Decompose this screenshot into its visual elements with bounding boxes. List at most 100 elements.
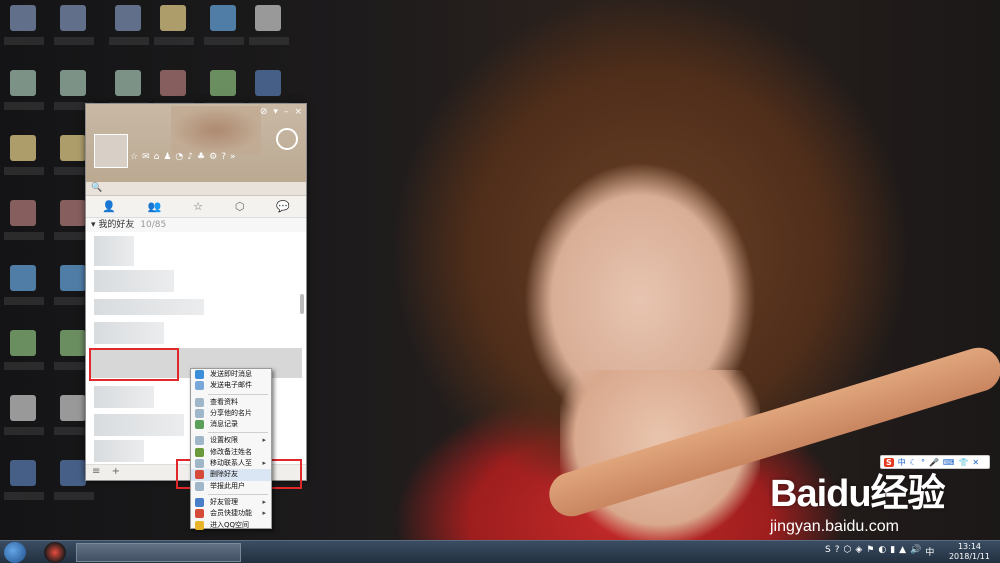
- menu-item-label: 发送即时消息: [210, 370, 252, 378]
- minimize-skin-icon[interactable]: ⊘: [260, 107, 268, 117]
- desktop-icon[interactable]: [10, 5, 36, 31]
- desktop-icon[interactable]: [60, 460, 86, 486]
- menu-item[interactable]: 分享他的名片: [191, 408, 271, 419]
- menu-item[interactable]: 消息记录: [191, 419, 271, 430]
- add-contact-button[interactable]: +: [112, 466, 120, 477]
- list-item[interactable]: [94, 386, 154, 408]
- list-item[interactable]: [94, 270, 174, 292]
- menu-item[interactable]: 进入QQ空间: [191, 520, 271, 531]
- home-icon[interactable]: ⌂: [154, 152, 160, 162]
- tray-icon[interactable]: ▲: [899, 545, 906, 558]
- menu-item[interactable]: 发送即时消息: [191, 369, 271, 380]
- desktop-icon[interactable]: [10, 70, 36, 96]
- list-item[interactable]: [94, 236, 134, 266]
- tab-contacts[interactable]: 👤: [102, 200, 116, 213]
- tray-icon[interactable]: ⬡: [844, 545, 852, 558]
- clock-time: 13:14: [957, 542, 982, 551]
- desktop-icon[interactable]: [10, 460, 36, 486]
- start-button[interactable]: [4, 542, 26, 563]
- taskbar-qq-task[interactable]: [76, 543, 241, 562]
- desktop-icon[interactable]: [60, 395, 86, 421]
- menu-item-icon: [195, 436, 204, 446]
- search-icon: 🔍: [91, 183, 103, 193]
- tray-icon[interactable]: ⚑: [866, 545, 874, 558]
- tray-icon[interactable]: ◐: [878, 545, 886, 558]
- menu-item[interactable]: 修改备注姓名: [191, 447, 271, 458]
- list-item[interactable]: [94, 299, 204, 315]
- desktop-icon[interactable]: [60, 70, 86, 96]
- tab-favorites[interactable]: ☆: [193, 200, 203, 213]
- desktop-icon[interactable]: [115, 70, 141, 96]
- desktop-icon[interactable]: [10, 200, 36, 226]
- app-icon[interactable]: ♣: [197, 152, 205, 162]
- taskbar-media-app-icon[interactable]: [44, 542, 66, 563]
- tools-icon[interactable]: ✕: [972, 458, 979, 467]
- main-menu-button[interactable]: ≡: [92, 466, 100, 477]
- skin-icon[interactable]: 👕: [958, 458, 968, 467]
- desktop-icon[interactable]: [60, 200, 86, 226]
- menu-item-label: 发送电子邮件: [210, 381, 252, 390]
- tray-icon[interactable]: ?: [835, 545, 840, 558]
- tab-chat[interactable]: 💬: [276, 200, 290, 213]
- desktop-icon[interactable]: [60, 265, 86, 291]
- menu-item-label: 设置权限: [210, 436, 238, 445]
- help-icon[interactable]: ?: [221, 152, 226, 162]
- desktop-icon[interactable]: [115, 5, 141, 31]
- minimize-button[interactable]: –: [284, 107, 289, 117]
- list-item[interactable]: [94, 440, 144, 462]
- more-icon[interactable]: »: [230, 152, 236, 162]
- search-input[interactable]: 🔍: [86, 182, 306, 196]
- dropdown-icon[interactable]: ▾: [273, 107, 278, 117]
- desktop-icon[interactable]: [10, 135, 36, 161]
- desktop-icon[interactable]: [160, 70, 186, 96]
- desktop-icon[interactable]: [210, 5, 236, 31]
- desktop-icon[interactable]: [60, 135, 86, 161]
- clock[interactable]: 13:14 2018/1/11: [949, 542, 990, 562]
- desktop-icon[interactable]: [60, 330, 86, 356]
- menu-separator: [208, 393, 268, 395]
- tab-groups[interactable]: 👥: [148, 200, 162, 213]
- menu-item-icon: [195, 447, 204, 457]
- clock-icon[interactable]: ◔: [175, 152, 183, 162]
- keyboard-icon[interactable]: ⌨: [943, 458, 955, 467]
- menu-item[interactable]: 会员快捷功能 ▸: [191, 508, 271, 519]
- desktop-icon-label: [54, 492, 94, 500]
- desktop-icon[interactable]: [10, 330, 36, 356]
- menu-item[interactable]: 举报此用户: [191, 481, 271, 492]
- desktop-icon[interactable]: [60, 5, 86, 31]
- scrollbar[interactable]: [300, 294, 304, 314]
- game-icon[interactable]: ♟: [163, 152, 171, 162]
- menu-item[interactable]: 设置权限 ▸: [191, 435, 271, 446]
- tray-icon[interactable]: ◈: [855, 545, 862, 558]
- menu-item[interactable]: 好友管理 ▸: [191, 497, 271, 508]
- tab-discuss[interactable]: ⬡: [235, 200, 245, 213]
- desktop-icon[interactable]: [10, 265, 36, 291]
- desktop-icon[interactable]: [10, 395, 36, 421]
- contact-tabs: 👤 👥 ☆ ⬡ 💬: [86, 196, 306, 218]
- tray-icon[interactable]: ▮: [890, 545, 895, 558]
- music-icon[interactable]: ♪: [187, 152, 193, 162]
- desktop-icon[interactable]: [255, 70, 281, 96]
- menu-item[interactable]: 删除好友: [191, 469, 271, 481]
- group-header[interactable]: ▾ 我的好友 10/85: [86, 218, 306, 232]
- window-controls: ⊘ ▾ – ×: [260, 107, 302, 117]
- desktop-icon-label: [4, 232, 44, 240]
- mail-icon[interactable]: ✉: [142, 152, 150, 162]
- list-item[interactable]: [94, 322, 164, 344]
- tray-icon[interactable]: 中: [925, 545, 934, 558]
- menu-item[interactable]: 移动联系人至 ▸: [191, 458, 271, 469]
- avatar[interactable]: [94, 134, 128, 168]
- desktop-icon[interactable]: [160, 5, 186, 31]
- weather-icon[interactable]: [276, 128, 298, 150]
- menu-item[interactable]: 查看资料: [191, 397, 271, 408]
- tray-icon[interactable]: 🔊: [910, 545, 921, 558]
- desktop-icon[interactable]: [255, 5, 281, 31]
- menu-item-icon: [195, 509, 204, 519]
- menu-item[interactable]: 发送电子邮件: [191, 380, 271, 391]
- list-item[interactable]: [94, 414, 184, 436]
- favorite-icon[interactable]: ☆: [130, 152, 138, 162]
- settings-icon[interactable]: ⚙: [209, 152, 217, 162]
- desktop-icon[interactable]: [210, 70, 236, 96]
- close-button[interactable]: ×: [294, 107, 302, 117]
- tray-icon[interactable]: S: [825, 545, 831, 558]
